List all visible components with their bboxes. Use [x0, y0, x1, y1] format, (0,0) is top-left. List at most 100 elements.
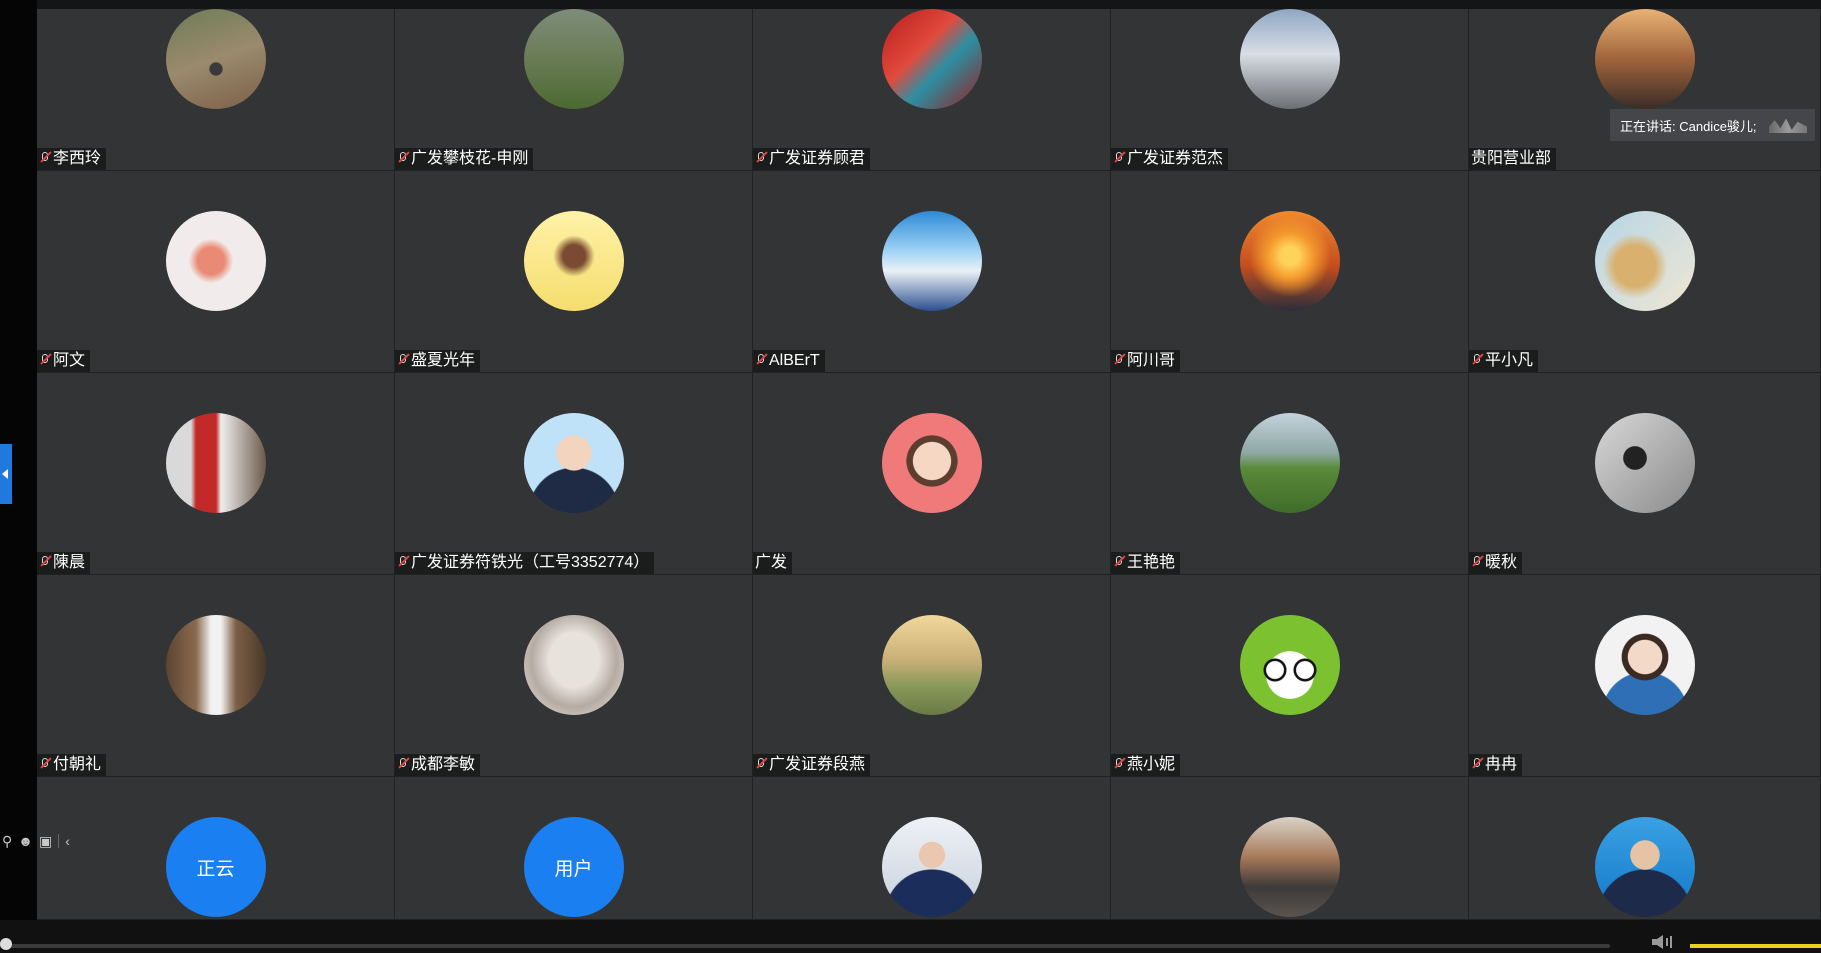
- mic-muted-icon: [755, 354, 767, 368]
- participant-tile[interactable]: [1111, 777, 1469, 920]
- top-edge: [0, 0, 1821, 9]
- volume-icon[interactable]: [1650, 934, 1676, 950]
- participant-name: 付朝礼: [53, 756, 102, 773]
- emoji-icon[interactable]: ☻: [18, 833, 33, 849]
- avatar: [881, 413, 982, 513]
- toolbar-divider: [58, 834, 60, 848]
- progress-knob[interactable]: [0, 938, 12, 950]
- participant-tile[interactable]: [1469, 777, 1821, 920]
- participant-tile[interactable]: 广发证券范杰: [1111, 9, 1469, 171]
- participant-tile[interactable]: 成都李敏: [395, 575, 753, 777]
- participant-name: 贵阳营业部: [1471, 150, 1552, 167]
- participant-name-bar: 广发: [753, 552, 793, 574]
- participant-name-bar: 广发证券顾君: [753, 148, 871, 170]
- avatar: [881, 211, 982, 311]
- participant-name-bar: 王艳艳: [1111, 552, 1181, 574]
- participant-name-bar: 盛夏光年: [395, 350, 481, 372]
- participant-name: 广发: [755, 554, 788, 571]
- participant-tile[interactable]: 阿文: [37, 171, 395, 373]
- mic-muted-icon: [397, 556, 409, 570]
- speaking-text: 正在讲话: Candice骏儿;: [1620, 118, 1757, 134]
- avatar: [523, 413, 624, 513]
- participant-name-bar: 广发证券符铁光（工号3352774）: [395, 552, 655, 574]
- avatar: [1594, 615, 1695, 715]
- participant-name-bar: 成都李敏: [395, 754, 481, 776]
- participant-tile[interactable]: 暖秋: [1469, 373, 1821, 575]
- avatar: [1239, 9, 1340, 109]
- participant-tile[interactable]: 平小凡: [1469, 171, 1821, 373]
- avatar: [165, 9, 266, 109]
- participant-tile[interactable]: 燕小妮: [1111, 575, 1469, 777]
- participant-tile[interactable]: 广发攀枝花-申刚: [395, 9, 753, 171]
- participant-tile[interactable]: 广发证券符铁光（工号3352774）: [395, 373, 753, 575]
- mic-muted-icon: [39, 758, 51, 772]
- participant-name: 广发证券符铁光（工号3352774）: [411, 554, 650, 571]
- participant-name-bar: 陳晨: [37, 552, 91, 574]
- mic-muted-icon: [1471, 354, 1483, 368]
- participant-tile[interactable]: [753, 777, 1111, 920]
- mic-muted-icon: [39, 152, 51, 166]
- participant-name: 平小凡: [1485, 352, 1534, 369]
- mic-muted-icon: [755, 758, 767, 772]
- participant-tile[interactable]: 付朝礼: [37, 575, 395, 777]
- participant-name-bar: 暖秋: [1469, 552, 1523, 574]
- avatar: [1594, 9, 1695, 109]
- collapse-left-icon[interactable]: ‹: [65, 833, 70, 849]
- participant-name: 暖秋: [1485, 554, 1518, 571]
- chat-icon[interactable]: ▣: [39, 833, 52, 850]
- participant-name: 阿文: [53, 352, 86, 369]
- participant-tile[interactable]: 正在讲话: Candice骏儿; 贵阳营业部: [1469, 9, 1821, 171]
- participant-tile[interactable]: 广发: [753, 373, 1111, 575]
- participant-tile[interactable]: 盛夏光年: [395, 171, 753, 373]
- participant-tile[interactable]: 王艳艳: [1111, 373, 1469, 575]
- avatar: [523, 9, 624, 109]
- participant-tile[interactable]: 李西玲: [37, 9, 395, 171]
- mic-muted-icon: [1113, 758, 1125, 772]
- participant-tile[interactable]: AlBErT: [753, 171, 1111, 373]
- participant-name: 李西玲: [53, 150, 102, 167]
- speaking-indicator: 正在讲话: Candice骏儿;: [1610, 109, 1815, 141]
- participant-name: 阿川哥: [1127, 352, 1176, 369]
- avatar-initials: 正云: [165, 817, 266, 917]
- mic-muted-icon: [397, 152, 409, 166]
- mic-muted-icon: [1471, 758, 1483, 772]
- mic-muted-icon: [397, 758, 409, 772]
- avatar: [165, 615, 266, 715]
- participant-tile[interactable]: 广发证券顾君: [753, 9, 1111, 171]
- avatar: [1239, 211, 1340, 311]
- avatar: [523, 211, 624, 311]
- avatar-initials: 用户: [523, 817, 624, 917]
- participant-name-bar: 广发证券范杰: [1111, 148, 1229, 170]
- participant-name-bar: 平小凡: [1469, 350, 1539, 372]
- expand-sidebar-tab[interactable]: [0, 444, 12, 504]
- participant-grid: 李西玲 广发攀枝花-申刚 广发证券顾君 广发证券范杰 正在讲话: Candice…: [37, 9, 1821, 920]
- participant-tile[interactable]: 用户: [395, 777, 753, 920]
- participant-name: AlBErT: [769, 352, 820, 369]
- participant-name-bar: 广发证券段燕: [753, 754, 871, 776]
- participant-tile[interactable]: 冉冉: [1469, 575, 1821, 777]
- avatar: [523, 615, 624, 715]
- participant-tile[interactable]: 陳晨: [37, 373, 395, 575]
- mic-muted-icon: [39, 556, 51, 570]
- mic-muted-icon: [755, 152, 767, 166]
- participant-name: 广发证券顾君: [769, 150, 866, 167]
- participant-name-bar: 李西玲: [37, 148, 107, 170]
- avatar: [1239, 817, 1340, 917]
- participant-name-bar: 付朝礼: [37, 754, 107, 776]
- participant-name: 成都李敏: [411, 756, 476, 773]
- mic-muted-icon: [1113, 556, 1125, 570]
- avatar: [1239, 615, 1340, 715]
- person-icon[interactable]: ⚲: [2, 833, 12, 850]
- participant-name: 广发证券段燕: [769, 756, 866, 773]
- participant-name: 王艳艳: [1127, 554, 1176, 571]
- participant-name-bar: 阿文: [37, 350, 91, 372]
- participant-tile[interactable]: 阿川哥: [1111, 171, 1469, 373]
- avatar: [1594, 413, 1695, 513]
- progress-track[interactable]: [0, 944, 1610, 948]
- mic-muted-icon: [1113, 354, 1125, 368]
- mic-muted-icon: [39, 354, 51, 368]
- participant-tile[interactable]: 广发证券段燕: [753, 575, 1111, 777]
- participant-name: 燕小妮: [1127, 756, 1176, 773]
- volume-level[interactable]: [1690, 944, 1821, 948]
- avatar: [165, 413, 266, 513]
